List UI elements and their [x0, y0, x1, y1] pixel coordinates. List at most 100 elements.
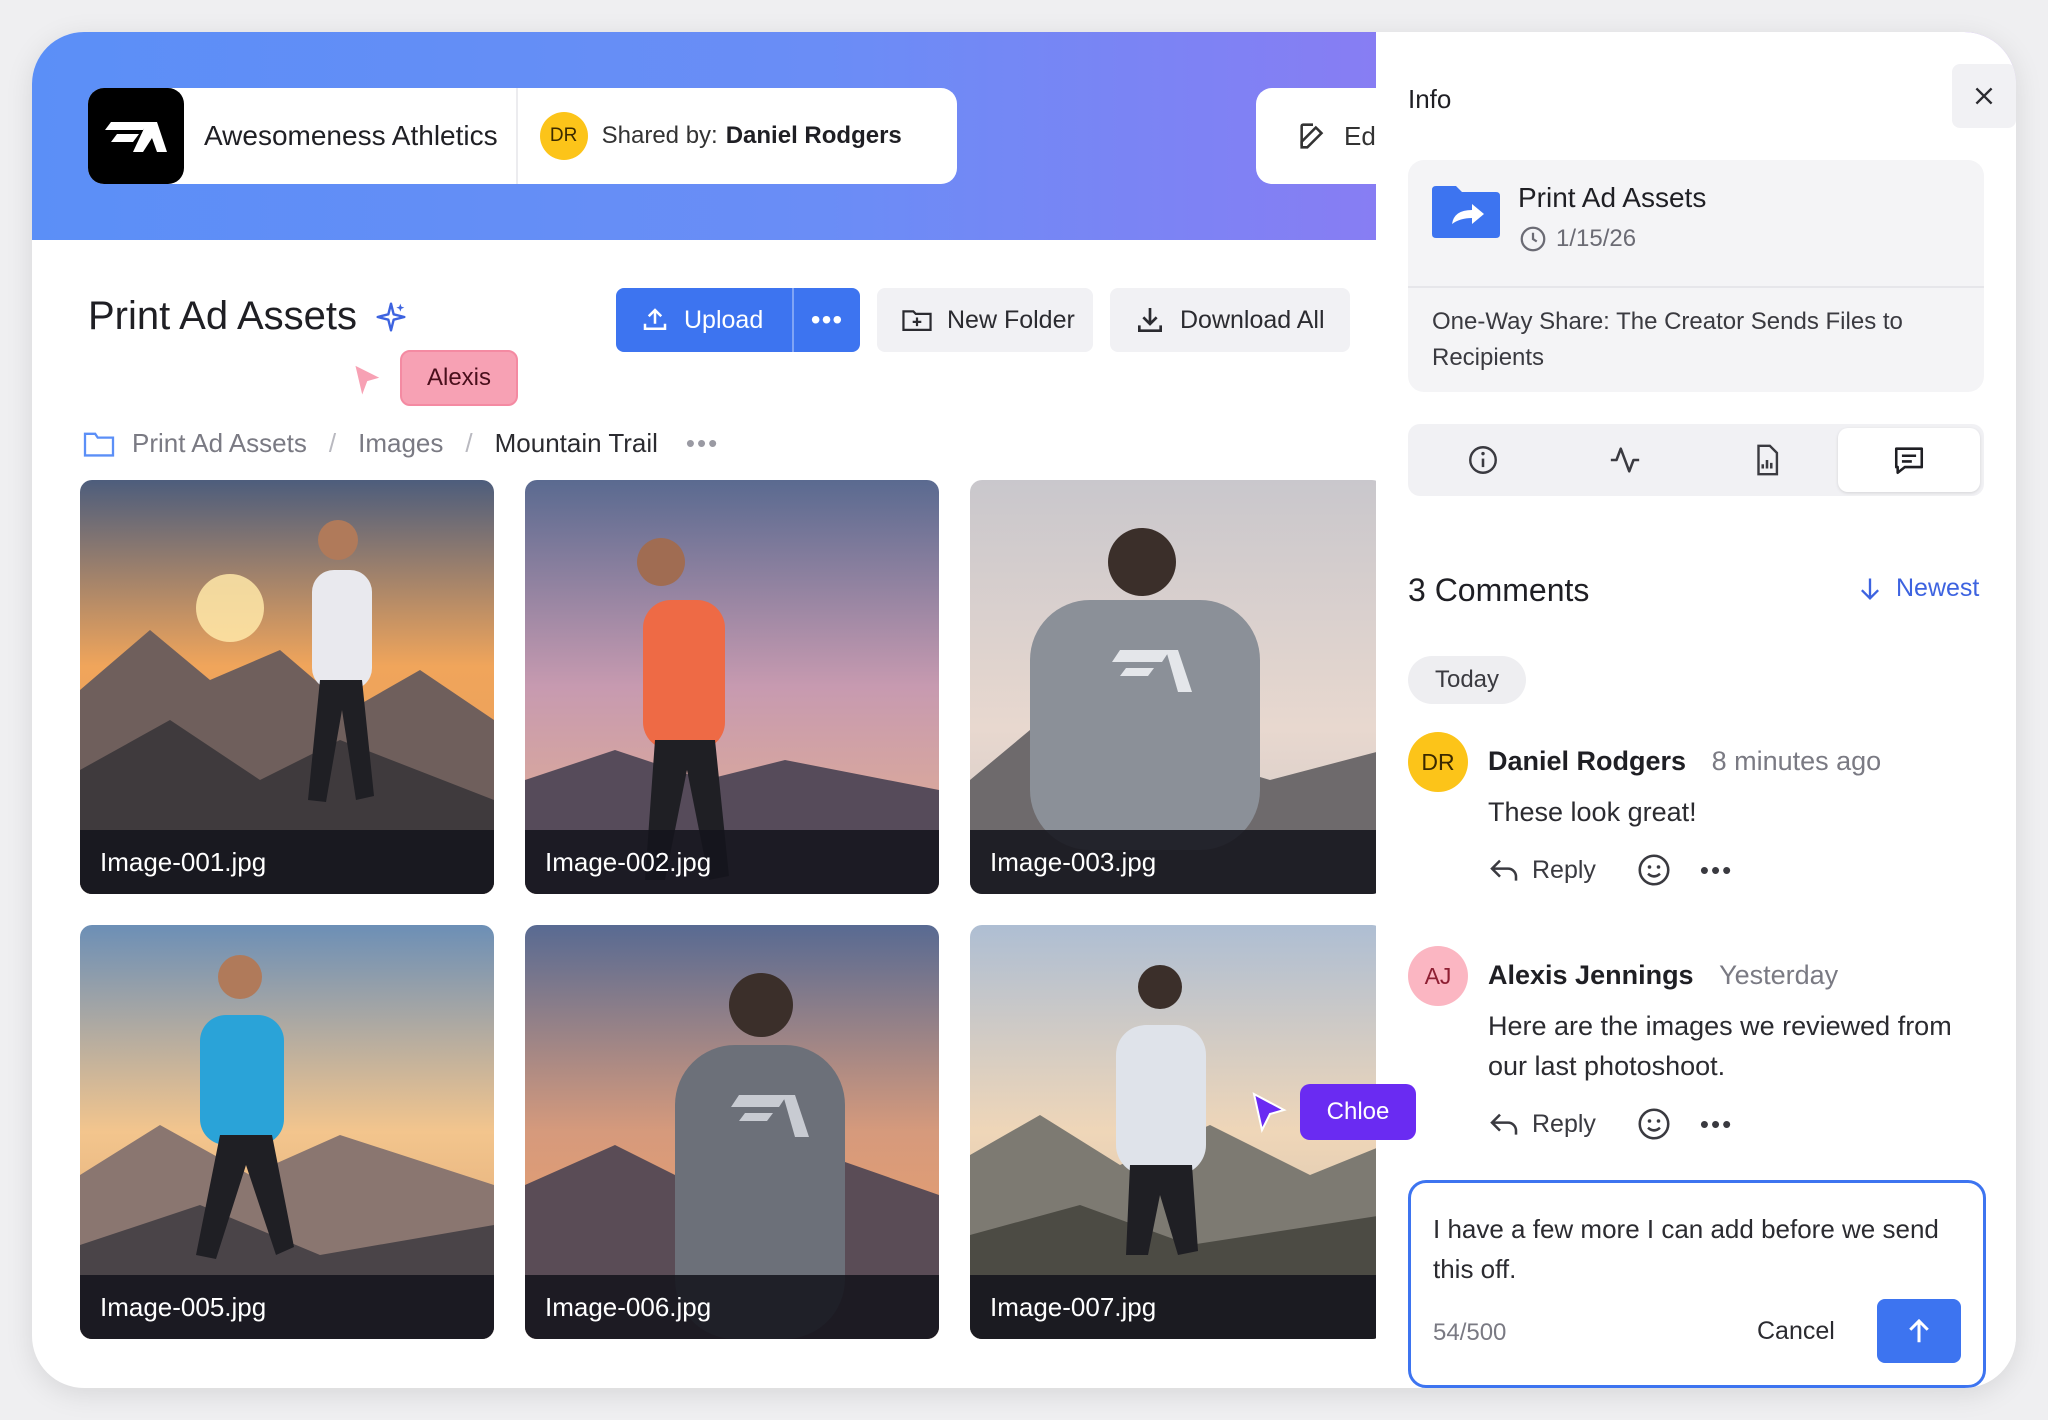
- comment-text: These look great!: [1488, 797, 1697, 827]
- day-divider: Today: [1408, 656, 1526, 704]
- image-caption: Image-003.jpg: [970, 830, 1384, 894]
- comment-more-button[interactable]: •••: [1700, 1109, 1733, 1140]
- tab-info[interactable]: [1412, 428, 1554, 492]
- breadcrumb: Print Ad Assets / Images / Mountain Trai…: [82, 428, 719, 459]
- upload-button[interactable]: Upload: [616, 288, 794, 352]
- reply-button[interactable]: Reply: [1488, 856, 1596, 885]
- reply-icon: [1490, 1113, 1518, 1135]
- chloe-cursor-icon: [1252, 1092, 1287, 1133]
- reply-icon: [1490, 859, 1518, 881]
- tab-report[interactable]: [1696, 428, 1838, 492]
- comment-actions: Reply •••: [1488, 1106, 1733, 1142]
- tab-comments[interactable]: [1838, 428, 1980, 492]
- page-title-text: Print Ad Assets: [88, 294, 358, 338]
- file-date-text: 1/15/26: [1556, 225, 1637, 252]
- comment-header: Daniel Rodgers 8 minutes ago: [1488, 746, 1881, 777]
- comment-actions: Reply •••: [1488, 852, 1733, 888]
- avatar: DR: [1408, 732, 1468, 792]
- comment-composer[interactable]: I have a few more I can add before we se…: [1408, 1180, 1986, 1388]
- comment-header: Alexis Jennings Yesterday: [1488, 960, 1838, 991]
- sort-label: Newest: [1896, 574, 1980, 602]
- image-caption: Image-005.jpg: [80, 1275, 494, 1339]
- report-icon: [1757, 444, 1779, 476]
- comment-more-button[interactable]: •••: [1700, 855, 1733, 886]
- arrow-down-icon: [1861, 578, 1879, 600]
- file-summary-card: Print Ad Assets 1/15/26 One-Way Share: T…: [1408, 160, 1984, 392]
- upload-icon: [643, 308, 667, 330]
- new-folder-button[interactable]: New Folder: [877, 288, 1093, 352]
- alexis-cursor-icon: [352, 362, 385, 402]
- comment-time: 8 minutes ago: [1711, 746, 1882, 776]
- comment-item: AJ Alexis Jennings Yesterday Here are th…: [1408, 946, 1988, 1146]
- close-button[interactable]: [1952, 64, 2016, 128]
- image-tile[interactable]: Image-005.jpg: [80, 925, 494, 1339]
- comment-item: DR Daniel Rodgers 8 minutes ago These lo…: [1408, 732, 1988, 886]
- download-icon: [1138, 308, 1162, 332]
- emoji-icon: [1638, 1108, 1670, 1140]
- tab-activity[interactable]: [1554, 428, 1696, 492]
- info-panel: Info Print Ad Assets 1/15/26 One-Way Sha…: [1376, 32, 2016, 1388]
- image-caption: Image-001.jpg: [80, 830, 494, 894]
- emoji-button[interactable]: [1636, 852, 1672, 888]
- comment-author: Alexis Jennings: [1488, 960, 1694, 990]
- image-tile[interactable]: Image-003.jpg: [970, 480, 1384, 894]
- upload-more-button[interactable]: •••: [794, 304, 860, 336]
- comment-text: Here are the images we reviewed from our…: [1488, 1011, 1952, 1081]
- emoji-button[interactable]: [1636, 1106, 1672, 1142]
- reply-button[interactable]: Reply: [1488, 1110, 1596, 1139]
- brand-name: Awesomeness Athletics: [204, 88, 518, 184]
- upload-button-group: Upload •••: [616, 288, 860, 352]
- cancel-button[interactable]: Cancel: [1757, 1317, 1835, 1346]
- reply-label: Reply: [1532, 1109, 1596, 1138]
- image-caption: Image-007.jpg: [970, 1275, 1384, 1339]
- divider: [1408, 286, 1984, 288]
- shared-label: Shared by:: [601, 122, 718, 149]
- app-window: Awesomeness Athletics DR Shared by: Dani…: [32, 32, 2016, 1388]
- character-count: 54/500: [1433, 1319, 1507, 1346]
- folder-plus-icon: [902, 310, 932, 331]
- breadcrumb-separator: /: [465, 428, 473, 458]
- breadcrumb-item[interactable]: Print Ad Assets: [132, 428, 307, 459]
- page-title: Print Ad Assets: [88, 294, 407, 339]
- clock-icon: [1520, 226, 1546, 252]
- reply-label: Reply: [1532, 855, 1596, 884]
- close-icon: [1975, 87, 1993, 105]
- comments-heading: 3 Comments: [1408, 572, 1590, 608]
- breadcrumb-more-button[interactable]: •••: [686, 428, 719, 459]
- arrow-up-icon: [1909, 1318, 1929, 1343]
- comment-time: Yesterday: [1719, 960, 1839, 990]
- shared-folder-icon: [1432, 186, 1500, 238]
- send-button[interactable]: [1877, 1299, 1961, 1363]
- comment-input[interactable]: I have a few more I can add before we se…: [1433, 1209, 1953, 1289]
- info-icon: [1469, 446, 1497, 474]
- panel-title: Info: [1408, 84, 1452, 114]
- shared-by-name: Daniel Rodgers: [725, 122, 902, 149]
- brand-logo: [88, 88, 184, 184]
- file-description: One-Way Share: The Creator Sends Files t…: [1432, 308, 1903, 371]
- breadcrumb-item[interactable]: Images: [358, 428, 443, 459]
- image-tile[interactable]: Image-001.jpg: [80, 480, 494, 894]
- breadcrumb-current: Mountain Trail: [494, 428, 658, 458]
- emoji-icon: [1638, 854, 1670, 886]
- sort-button[interactable]: Newest: [1856, 574, 1979, 603]
- edit-icon: [1300, 123, 1324, 149]
- image-tile[interactable]: Image-002.jpg: [525, 480, 939, 894]
- breadcrumb-separator: /: [328, 428, 337, 458]
- avatar: AJ: [1408, 946, 1468, 1006]
- download-all-button[interactable]: Download All: [1110, 288, 1350, 352]
- activity-icon: [1610, 447, 1640, 473]
- upload-label: Upload: [684, 305, 764, 334]
- comments-icon: [1894, 447, 1924, 475]
- image-tile[interactable]: Image-006.jpg: [525, 925, 939, 1339]
- presence-tag-alexis: Alexis: [400, 350, 518, 406]
- panel-tabs: [1408, 424, 1984, 496]
- presence-tag-chloe: Chloe: [1300, 1084, 1416, 1140]
- new-folder-label: New Folder: [947, 305, 1075, 334]
- file-name: Print Ad Assets: [1518, 182, 1707, 213]
- avatar: DR: [539, 112, 588, 160]
- file-date: 1/15/26: [1518, 224, 1706, 254]
- folder-icon: [83, 432, 115, 457]
- sparkle-icon[interactable]: [375, 301, 407, 333]
- image-caption: Image-006.jpg: [525, 1275, 939, 1339]
- comment-author: Daniel Rodgers: [1488, 746, 1687, 776]
